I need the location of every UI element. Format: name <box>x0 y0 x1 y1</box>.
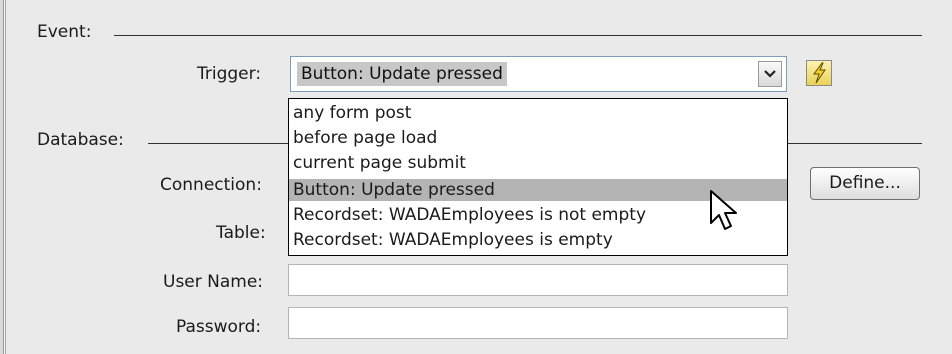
table-label: Table: <box>216 223 266 243</box>
event-section-label: Event: <box>37 22 92 42</box>
database-section-label: Database: <box>37 130 124 150</box>
panel-left-border <box>0 0 9 354</box>
trigger-option[interactable]: current page submit <box>289 152 787 174</box>
define-button[interactable]: Define... <box>810 167 920 200</box>
chevron-down-icon[interactable] <box>758 61 782 87</box>
event-section-divider <box>114 35 922 36</box>
trigger-option[interactable]: any form post <box>289 102 787 124</box>
username-input[interactable] <box>288 264 788 296</box>
password-label: Password: <box>176 317 262 337</box>
connection-label: Connection: <box>160 175 262 195</box>
database-section-divider-left <box>148 143 288 144</box>
trigger-select[interactable]: Button: Update pressed <box>290 56 787 92</box>
trigger-option[interactable]: before page load <box>289 127 787 149</box>
lightning-bolt-icon[interactable] <box>806 60 832 86</box>
mouse-pointer-icon <box>710 190 737 230</box>
username-label: User Name: <box>163 272 264 292</box>
trigger-selected-value: Button: Update pressed <box>297 62 507 86</box>
password-input[interactable] <box>288 307 788 339</box>
trigger-label: Trigger: <box>197 64 262 84</box>
database-section-divider-right <box>788 143 922 144</box>
